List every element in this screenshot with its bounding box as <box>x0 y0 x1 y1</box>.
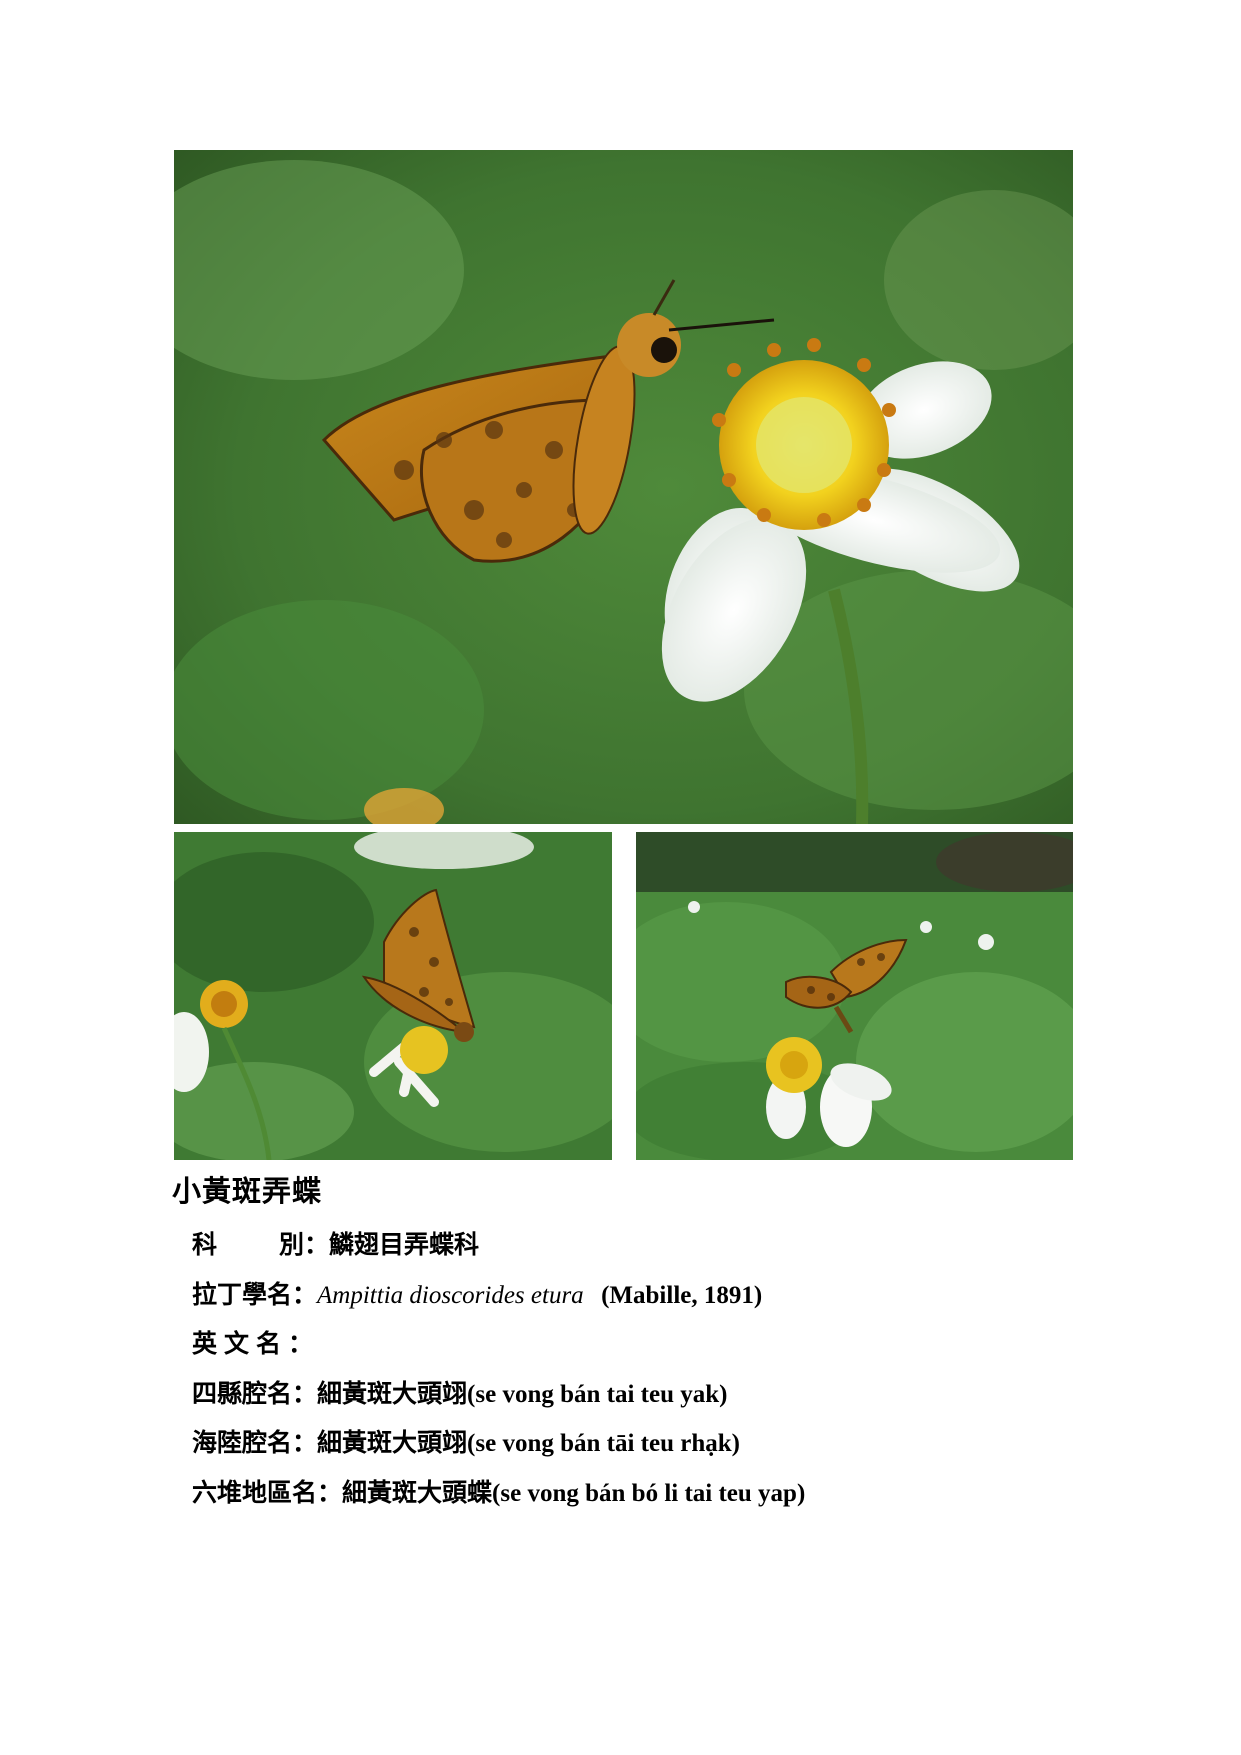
separator: ： <box>288 1329 314 1358</box>
family-value: 鱗翅目弄蝶科 <box>329 1230 480 1259</box>
latin-name-label: 拉丁學名 <box>192 1279 293 1309</box>
english-name-row: 英文名： <box>192 1319 805 1369</box>
separator: ： <box>292 1378 318 1408</box>
separator: ： <box>304 1230 330 1259</box>
sixian-name-row: 四縣腔名：細黃斑大頭翊(se vong bán tai teu yak) <box>192 1369 805 1419</box>
species-title: 小黃斑弄蝶 <box>172 1174 323 1208</box>
liudui-name-label: 六堆地區名 <box>192 1477 318 1507</box>
sixian-name-label: 四縣腔名 <box>192 1378 293 1408</box>
separator: ： <box>292 1279 318 1309</box>
liudui-name-chinese: 細黃斑大頭蝶 <box>342 1477 493 1507</box>
right-butterfly-photo <box>636 832 1073 1160</box>
hailu-name-row: 海陸腔名：細黃斑大頭翊(se vong bán tāi teu rhạk) <box>192 1418 805 1468</box>
sixian-name-romanization: (se vong bán tai teu yak) <box>467 1380 728 1408</box>
separator: ： <box>317 1477 343 1507</box>
liudui-name-row: 六堆地區名：細黃斑大頭蝶(se vong bán bó li tai teu y… <box>192 1468 805 1518</box>
hailu-name-romanization: (se vong bán tāi teu rhạk) <box>467 1430 740 1457</box>
sixian-name-chinese: 細黃斑大頭翊 <box>317 1378 468 1408</box>
liudui-name-romanization: (se vong bán bó li tai teu yap) <box>492 1479 806 1507</box>
left-butterfly-photo <box>174 832 612 1160</box>
hailu-name-label: 海陸腔名 <box>192 1428 293 1457</box>
main-butterfly-photo <box>174 150 1073 824</box>
family-row: 科別：鱗翅目弄蝶科 <box>192 1220 805 1270</box>
species-info: 科別：鱗翅目弄蝶科 拉丁學名：Ampittia dioscorides etur… <box>192 1220 805 1517</box>
hailu-name-chinese: 細黃斑大頭翊 <box>317 1428 468 1457</box>
family-label: 科別 <box>192 1230 305 1259</box>
latin-name-value: Ampittia dioscorides etura <box>317 1281 584 1309</box>
latin-name-author: (Mabille, 1891) <box>601 1281 763 1309</box>
separator: ： <box>292 1428 318 1457</box>
latin-name-row: 拉丁學名：Ampittia dioscorides etura (Mabille… <box>192 1270 805 1320</box>
english-name-label: 英文名 <box>192 1329 289 1358</box>
